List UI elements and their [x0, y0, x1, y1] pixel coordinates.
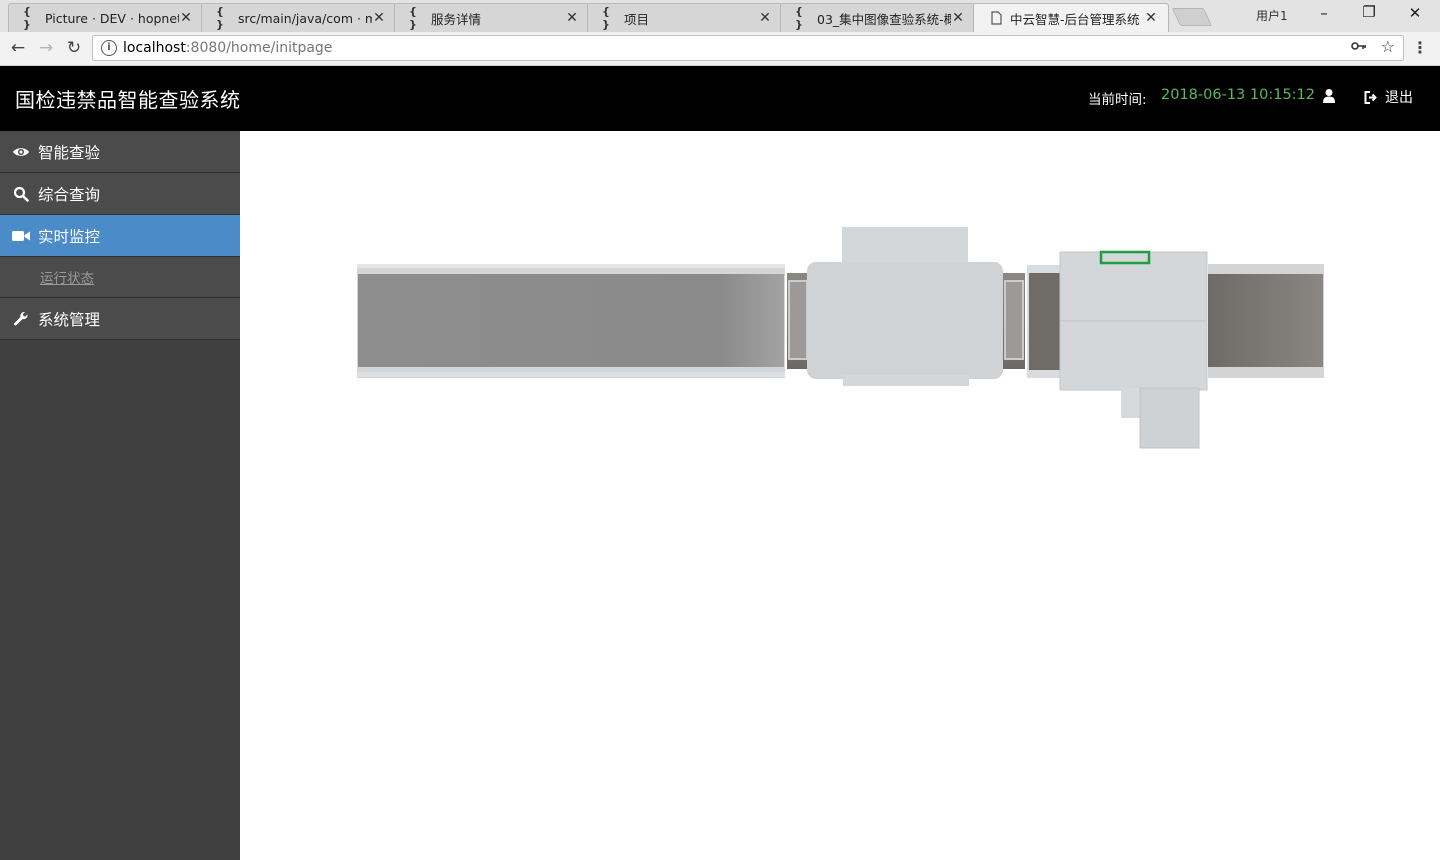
logout-button[interactable]: 退出 — [1364, 87, 1413, 107]
tab-title: 服务详情 — [431, 11, 482, 27]
current-time-label: 当前时间: — [1088, 92, 1147, 108]
document-icon — [988, 11, 1004, 25]
tab-close-icon[interactable]: ✕ — [951, 10, 965, 26]
browser-menu-icon[interactable]: ⋮ — [1412, 38, 1428, 57]
sidebar-item-smart-inspection[interactable]: 智能查验 — [0, 131, 240, 173]
conveyor-connector — [787, 273, 809, 369]
tab-close-icon[interactable]: ✕ — [1144, 10, 1158, 26]
browser-tab-strip: { } Picture · DEV · hopnetw ✕ { } src/ma… — [0, 0, 1440, 32]
browser-user-label[interactable]: 用户1 — [1256, 7, 1288, 24]
left-conveyor — [357, 264, 785, 378]
eye-icon — [11, 146, 31, 158]
new-tab-button[interactable] — [1171, 8, 1213, 26]
sign-out-icon — [1364, 90, 1377, 104]
tab-title: src/main/java/com · ma — [238, 10, 372, 26]
code-icon: { } — [795, 5, 803, 31]
tab-title: 中云智慧-后台管理系统 — [1010, 11, 1140, 27]
reload-icon[interactable]: ↻ — [64, 38, 84, 58]
sidebar-subitem-label: 运行状态 — [40, 271, 94, 287]
url-path: :8080/home/initpage — [185, 40, 333, 56]
forward-arrow-icon[interactable]: → — [36, 38, 56, 58]
user-icon[interactable] — [1322, 88, 1336, 104]
sidebar-item-label: 综合查询 — [38, 185, 101, 204]
logout-label: 退出 — [1385, 90, 1413, 106]
browser-tab[interactable]: { } Picture · DEV · hopnetw ✕ — [8, 3, 204, 32]
browser-tab[interactable]: { } src/main/java/com · ma ✕ — [201, 3, 397, 32]
current-time-value: 2018-06-13 10:15:12 — [1161, 87, 1315, 103]
browser-tab[interactable]: { } 服务详情 ✕ — [394, 3, 590, 32]
tab-close-icon[interactable]: ✕ — [758, 10, 772, 26]
wrench-icon — [11, 311, 31, 327]
address-bar[interactable]: i localhost:8080/home/initpage ☆ — [92, 35, 1404, 61]
minimize-icon[interactable]: – — [1314, 4, 1334, 22]
inspection-machine-diagram — [357, 227, 1324, 449]
info-icon[interactable]: i — [101, 40, 117, 56]
sidebar-item-query[interactable]: 综合查询 — [0, 173, 240, 215]
sidebar-item-live-monitor[interactable]: 实时监控 — [0, 215, 240, 257]
sidebar-item-label: 系统管理 — [38, 310, 101, 329]
video-camera-icon — [11, 230, 31, 242]
entrance-tunnel — [1027, 265, 1063, 378]
right-conveyor — [1208, 264, 1324, 378]
browser-toolbar: ← → ↻ i localhost:8080/home/initpage ☆ ⋮ — [0, 32, 1440, 66]
url-host: localhost — [123, 40, 186, 56]
tab-title: 03_集中图像查验系统-概 — [817, 11, 951, 27]
scanner-unit — [807, 227, 1003, 386]
browser-tab[interactable]: { } 03_集中图像查验系统-概 ✕ — [780, 3, 976, 32]
sidebar-subitem-run-status[interactable]: 运行状态 — [0, 257, 240, 298]
sidebar-item-label: 智能查验 — [38, 143, 101, 162]
app-header: 国检违禁品智能查验系统 当前时间: 2018-06-13 10:15:12 退出 — [0, 66, 1440, 131]
tab-title: 项目 — [624, 11, 650, 27]
browser-tab-active[interactable]: 中云智慧-后台管理系统 ✕ — [973, 3, 1169, 32]
app-title: 国检违禁品智能查验系统 — [15, 88, 241, 112]
tab-close-icon[interactable]: ✕ — [179, 10, 193, 26]
code-icon: { } — [409, 5, 417, 31]
back-arrow-icon[interactable]: ← — [8, 38, 28, 58]
x-ray-housing — [1059, 251, 1208, 449]
code-icon: { } — [23, 5, 31, 31]
sidebar-item-system-management[interactable]: 系统管理 — [0, 298, 240, 340]
conveyor-connector — [1003, 273, 1025, 369]
code-icon: { } — [602, 5, 610, 31]
tab-close-icon[interactable]: ✕ — [565, 10, 579, 26]
restore-icon[interactable]: ❐ — [1359, 3, 1379, 21]
sidebar: 智能查验 综合查询 实时监控 运行状态 系统管理 — [0, 131, 240, 860]
tab-close-icon[interactable]: ✕ — [372, 10, 386, 26]
tab-title: Picture · DEV · hopnetw — [45, 10, 179, 26]
window-close-icon[interactable]: ✕ — [1405, 4, 1425, 22]
sidebar-item-label: 实时监控 — [38, 227, 101, 246]
browser-tab[interactable]: { } 项目 ✕ — [587, 3, 783, 32]
code-icon: { } — [216, 5, 224, 31]
bookmark-star-icon[interactable]: ☆ — [1381, 37, 1395, 56]
search-icon — [11, 186, 31, 202]
monitor-view — [240, 131, 1440, 860]
key-icon[interactable] — [1351, 39, 1367, 55]
